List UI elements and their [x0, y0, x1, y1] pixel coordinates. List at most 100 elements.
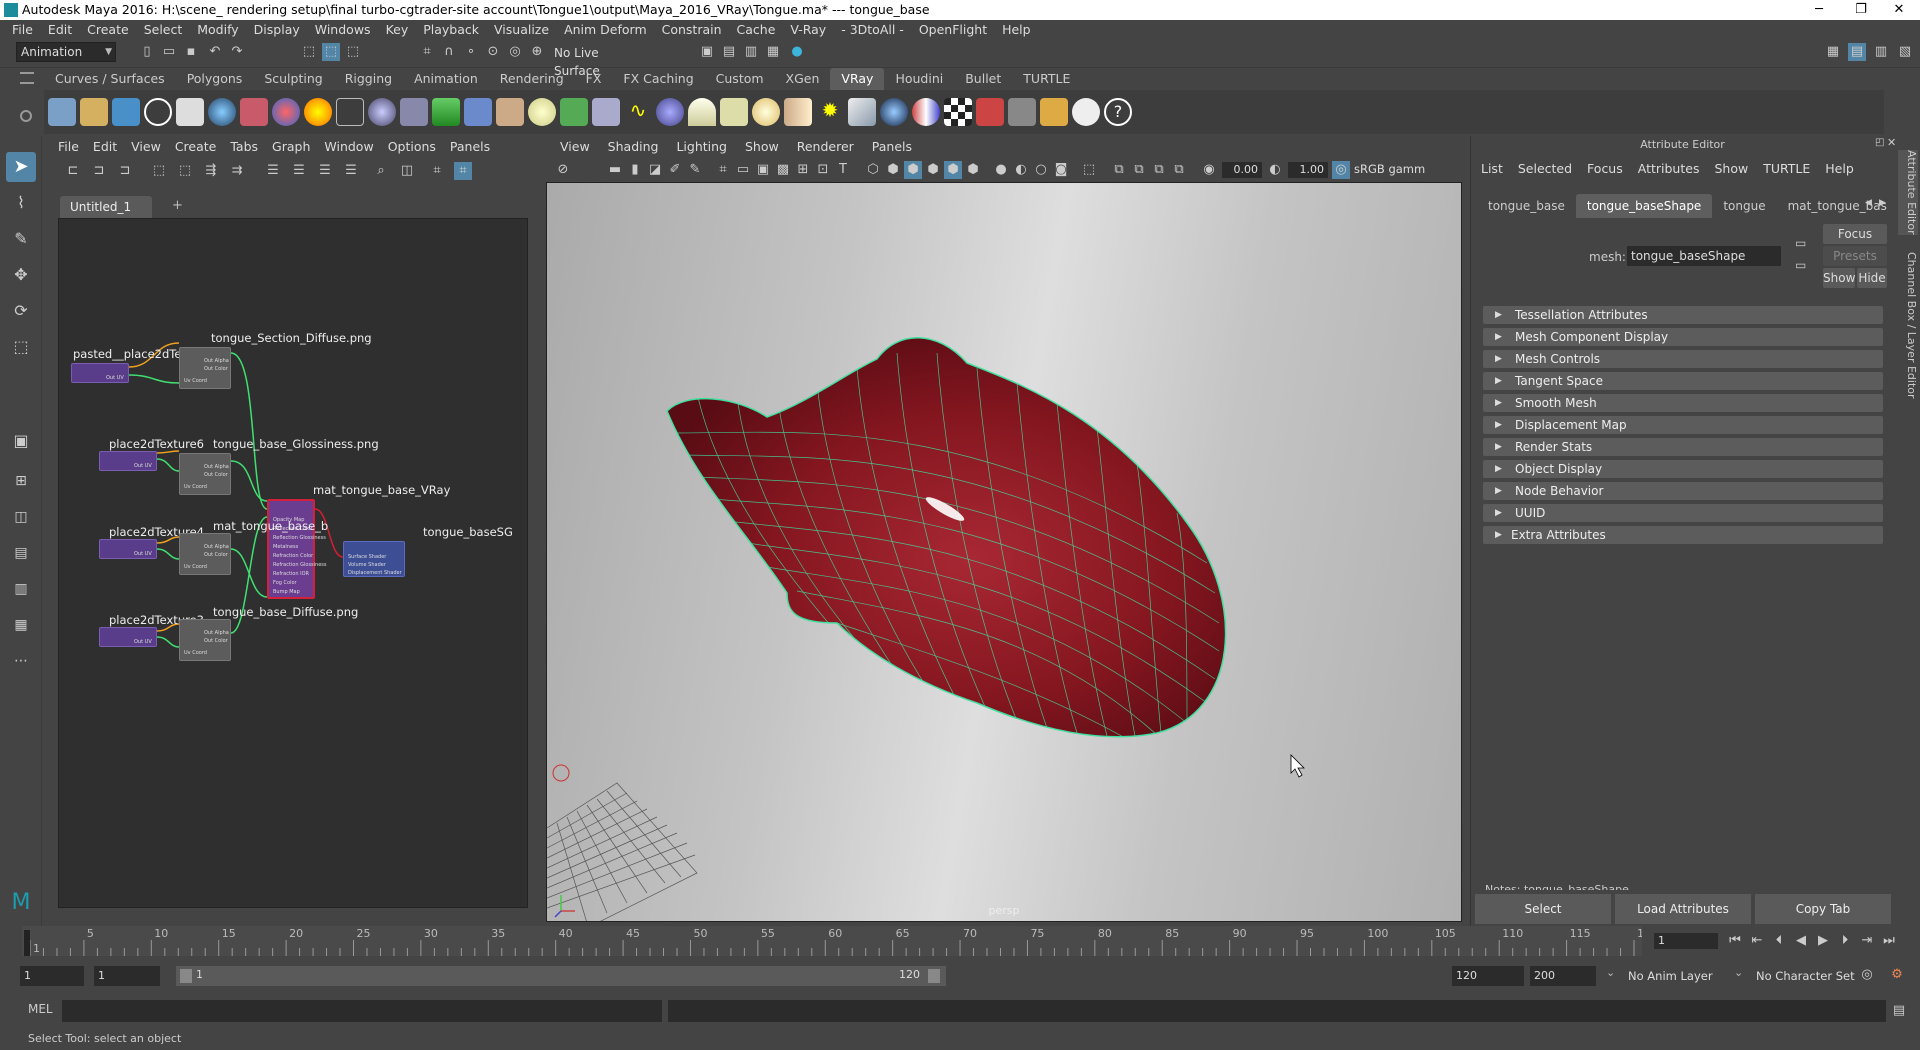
2d-pan-icon[interactable]: ✐: [666, 161, 684, 179]
resolution-gate-icon[interactable]: ▣: [754, 161, 772, 179]
menuset-dropdown[interactable]: Animation ▼: [16, 42, 116, 62]
character-set-dropdown[interactable]: No Character Set: [1750, 966, 1866, 986]
grid-toggle-icon[interactable]: ⌗: [714, 161, 732, 179]
vray-light-mtl-icon[interactable]: [304, 98, 332, 126]
vray-texture-icon[interactable]: [496, 98, 524, 126]
node-tongue-base-diffuse[interactable]: Out Alpha Out Color Uv Coord: [179, 619, 231, 661]
3d-viewport[interactable]: persp: [546, 182, 1462, 922]
wire-on-shaded-icon[interactable]: ⬢: [904, 161, 922, 179]
tab-untitled-1[interactable]: Untitled_1: [60, 196, 152, 218]
hs-menu-panels[interactable]: Panels: [446, 136, 500, 158]
render-settings-icon[interactable]: ▦: [764, 43, 782, 61]
select-hierarchy-icon[interactable]: ⬚: [300, 43, 318, 61]
menu-constrain[interactable]: Constrain: [656, 20, 731, 40]
vray-blend-mtl-icon[interactable]: [272, 98, 300, 126]
select-object-icon[interactable]: ⬚: [322, 43, 340, 61]
ae-select-button[interactable]: Select: [1475, 894, 1611, 924]
vray-sun-icon[interactable]: ✹: [816, 98, 844, 126]
vray-frame-buffer-icon[interactable]: [80, 98, 108, 126]
shelf-menu-icon[interactable]: [20, 72, 34, 84]
grease-pencil-icon[interactable]: ✎: [686, 161, 704, 179]
vp-menu-view[interactable]: View: [552, 136, 600, 158]
menu-file[interactable]: File: [6, 20, 42, 40]
menu-anim-deform[interactable]: Anim Deform: [558, 20, 656, 40]
current-frame-field[interactable]: 1: [1654, 933, 1718, 949]
section-tangent-space[interactable]: ▶ Tangent Space: [1483, 372, 1883, 390]
node-tongue-section-diffuse[interactable]: Out Alpha Out Color Uv Coord: [179, 347, 231, 389]
output-node-icon[interactable]: ▭: [1795, 258, 1806, 272]
image-plane-icon[interactable]: ◪: [646, 161, 664, 179]
anim-prefs-icon[interactable]: ⚙: [1888, 966, 1906, 984]
go-to-start-icon[interactable]: ⏮: [1726, 932, 1744, 950]
tab-custom[interactable]: Custom: [705, 68, 775, 90]
vray-vrscene-icon[interactable]: [912, 98, 940, 126]
section-smooth-mesh[interactable]: ▶ Smooth Mesh: [1483, 394, 1883, 412]
ae-menu-list[interactable]: List: [1475, 160, 1512, 178]
tab-xgen[interactable]: XGen: [775, 68, 831, 90]
menu-visualize[interactable]: Visualize: [488, 20, 558, 40]
section-mesh-controls[interactable]: ▶ Mesh Controls: [1483, 350, 1883, 368]
hs-menu-edit[interactable]: Edit: [89, 136, 127, 158]
hide-button[interactable]: Hide: [1857, 268, 1887, 288]
graph-layout-icon[interactable]: ▥: [6, 574, 36, 604]
bookmark-icon[interactable]: ▮: [626, 161, 644, 179]
tab-curves-surfaces[interactable]: Curves / Surfaces: [44, 68, 176, 90]
vray-sphere-fade-icon[interactable]: [656, 98, 684, 126]
snap-grid-toggle-icon[interactable]: ⌗: [454, 162, 472, 180]
play-forwards-icon[interactable]: ▶: [1814, 932, 1832, 950]
tab-sculpting[interactable]: Sculpting: [253, 68, 333, 90]
ipr-render-icon[interactable]: ▥: [742, 43, 760, 61]
step-back-key-icon[interactable]: ⇤: [1748, 932, 1766, 950]
ae-tab-tongue[interactable]: tongue: [1712, 194, 1776, 218]
ae-menu-selected[interactable]: Selected: [1512, 160, 1581, 178]
vp-menu-shading[interactable]: Shading: [600, 136, 669, 158]
current-time-marker[interactable]: [24, 930, 30, 956]
shadows-icon[interactable]: ⬢: [964, 161, 982, 179]
tab-rendering[interactable]: Rendering: [489, 68, 575, 90]
vray-table-icon[interactable]: [1008, 98, 1036, 126]
menu-vray[interactable]: V-Ray: [784, 20, 835, 40]
vp-menu-renderer[interactable]: Renderer: [789, 136, 864, 158]
rotate-tool-icon[interactable]: ⟳: [6, 296, 36, 326]
ssao-icon[interactable]: ●: [992, 161, 1010, 179]
hs-menu-tabs[interactable]: Tabs: [226, 136, 268, 158]
menu-cache[interactable]: Cache: [731, 20, 785, 40]
vray-ies-light-icon[interactable]: [784, 98, 812, 126]
time-slider[interactable]: 1 5 10 15 20 25 30 35 40 45 50 55 60 65 70 75 80 85 90 95 10…: [22, 926, 1642, 956]
vray-checker-icon[interactable]: [944, 98, 972, 126]
frame-selected-icon[interactable]: ⬚: [176, 162, 194, 180]
vray-cloud-icon[interactable]: [1072, 98, 1100, 126]
section-render-stats[interactable]: ▶ Render Stats: [1483, 438, 1883, 456]
step-back-frame-icon[interactable]: ⏴: [1770, 932, 1788, 950]
node-tongue-base-glossiness[interactable]: Out Alpha Out Color Uv Coord: [179, 453, 231, 495]
vray-dome-light-icon[interactable]: [528, 98, 556, 126]
vray-log-icon[interactable]: [176, 98, 204, 126]
xray-joints-icon[interactable]: ⧉: [1130, 161, 1148, 179]
section-node-behavior[interactable]: ▶ Node Behavior: [1483, 482, 1883, 500]
four-layout-icon[interactable]: ⊞: [6, 466, 36, 496]
exposure-field[interactable]: 0.00: [1222, 162, 1262, 178]
hypershade-icon[interactable]: ●: [788, 43, 806, 61]
menu-openflight[interactable]: OpenFlight: [913, 20, 996, 40]
menu-display[interactable]: Display: [248, 20, 309, 40]
focus-button[interactable]: Focus: [1823, 224, 1887, 244]
select-tool-icon[interactable]: ➤: [6, 152, 36, 182]
float-panel-icon[interactable]: ◰: [1875, 137, 1884, 148]
help-icon[interactable]: ?: [1104, 98, 1132, 126]
vray-hair-icon[interactable]: ∿: [624, 98, 652, 126]
playback-end-field[interactable]: 120: [1452, 966, 1524, 986]
custom-mode-icon[interactable]: ☰: [342, 162, 360, 180]
vray-render-icon[interactable]: [112, 98, 140, 126]
close-panel-icon[interactable]: ✕: [1887, 136, 1896, 149]
menu-3dtoall[interactable]: - 3DtoAll -: [835, 20, 913, 40]
hs-menu-graph[interactable]: Graph: [268, 136, 320, 158]
go-to-end-icon[interactable]: ⏭: [1880, 932, 1898, 950]
step-forward-key-icon[interactable]: ⇥: [1858, 932, 1876, 950]
vray-sphere-icon[interactable]: [368, 98, 396, 126]
simple-mode-icon[interactable]: ☰: [264, 162, 282, 180]
gamma-field[interactable]: 1.00: [1288, 162, 1328, 178]
live-surface-field[interactable]: No Live Surface: [550, 44, 648, 78]
outliner-layout-icon[interactable]: ▤: [6, 538, 36, 568]
vray-sphere-light-icon[interactable]: [752, 98, 780, 126]
graph-output-icon[interactable]: ⊐: [116, 162, 134, 180]
